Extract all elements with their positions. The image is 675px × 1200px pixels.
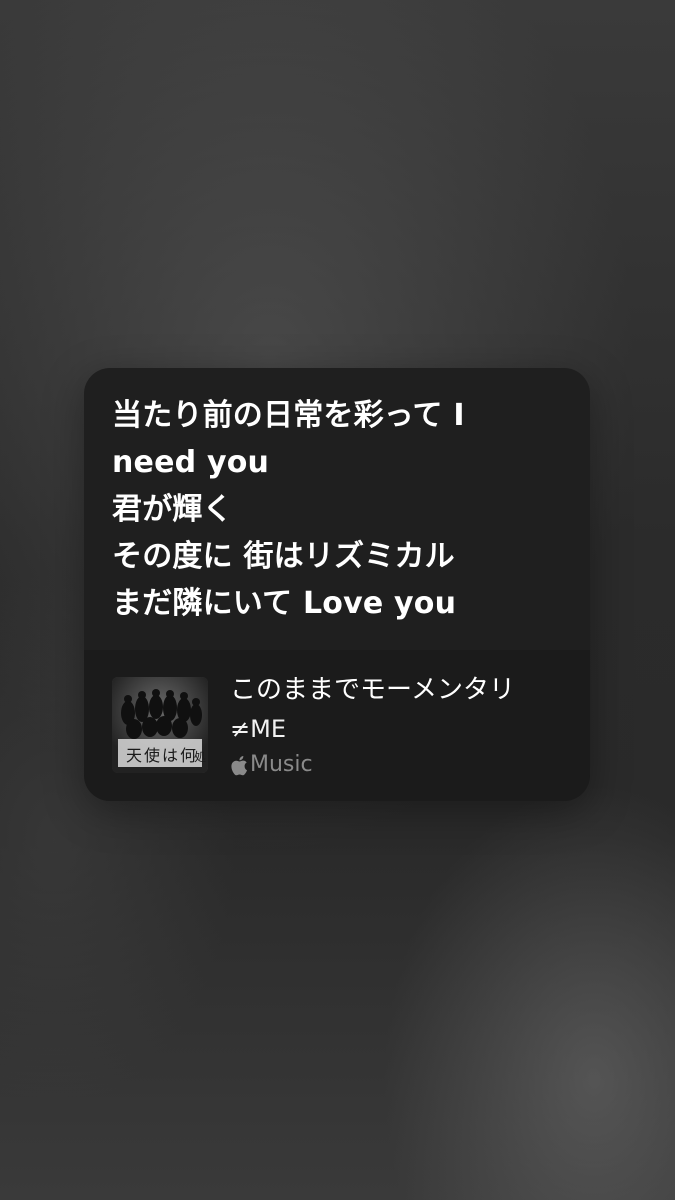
track-info[interactable]: 天 使 は 何 処 このままでモーメンタリ ≠ME Music <box>84 650 590 801</box>
lyrics-block: 当たり前の日常を彩って I need you 君が輝く その度に 街はリズミカル… <box>112 392 572 627</box>
service-label: Music <box>250 752 313 777</box>
lyrics-share-card[interactable]: 当たり前の日常を彩って I need you 君が輝く その度に 街はリズミカル… <box>84 368 590 801</box>
svg-text:は: は <box>162 746 178 765</box>
svg-text:処: 処 <box>194 750 206 764</box>
lyric-line: need you <box>112 445 270 480</box>
lyric-line: まだ隣にいて Love you <box>112 586 457 621</box>
lyric-line: その度に 街はリズミカル <box>112 539 455 574</box>
song-title[interactable]: このままでモーメンタリ <box>230 674 515 706</box>
album-artwork-image: 天 使 は 何 処 <box>112 677 208 773</box>
svg-text:天: 天 <box>126 746 142 765</box>
lyric-line: 君が輝く <box>112 492 233 527</box>
lyric-line: 当たり前の日常を彩って I <box>112 398 465 433</box>
artist-name[interactable]: ≠ME <box>230 714 286 744</box>
apple-logo-icon <box>231 755 247 775</box>
svg-text:使: 使 <box>144 746 160 765</box>
apple-music-badge[interactable]: Music <box>230 750 313 780</box>
album-artwork[interactable]: 天 使 は 何 処 <box>112 677 208 773</box>
